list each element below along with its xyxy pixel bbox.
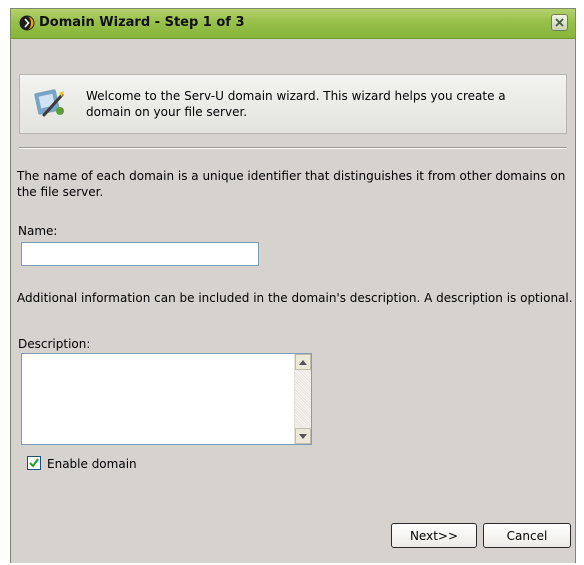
arrow-up-icon [299, 359, 307, 365]
description-intro-text: Additional information can be included i… [17, 291, 573, 305]
welcome-banner: Welcome to the Serv-U domain wizard. Thi… [19, 74, 567, 134]
cancel-button[interactable]: Cancel [483, 523, 571, 548]
close-icon [555, 18, 564, 27]
next-button[interactable]: Next>> [391, 523, 477, 548]
window-title: Domain Wizard - Step 1 of 3 [39, 15, 245, 30]
scroll-down-button[interactable] [295, 428, 311, 444]
welcome-text: Welcome to the Serv-U domain wizard. Thi… [86, 89, 506, 119]
scroll-up-button[interactable] [295, 354, 311, 370]
domain-wizard-window: Domain Wizard - Step 1 of 3 Welcome to t… [10, 8, 576, 563]
arrow-down-icon [299, 433, 307, 439]
description-field [21, 353, 312, 445]
name-label: Name: [18, 224, 58, 238]
serv-u-logo-icon [19, 15, 35, 31]
name-input[interactable] [21, 242, 259, 266]
separator [19, 147, 567, 149]
wizard-icon [34, 89, 64, 117]
checkmark-icon [29, 458, 39, 468]
description-label: Description: [18, 337, 91, 351]
enable-domain-checkbox[interactable] [27, 456, 41, 470]
description-scrollbar[interactable] [294, 354, 311, 444]
name-intro-text: The name of each domain is a unique iden… [17, 169, 566, 199]
title-bar[interactable]: Domain Wizard - Step 1 of 3 [11, 9, 575, 39]
enable-domain-label[interactable]: Enable domain [47, 456, 137, 472]
close-button[interactable] [551, 14, 568, 31]
description-input[interactable] [22, 354, 294, 444]
